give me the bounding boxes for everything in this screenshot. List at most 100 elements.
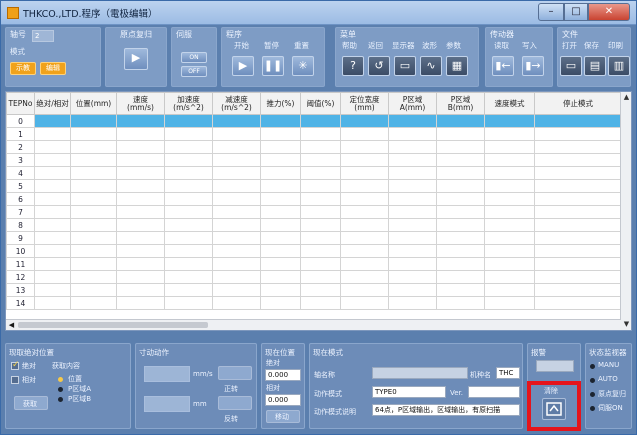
- table-cell[interactable]: [212, 244, 261, 258]
- table-cell[interactable]: [300, 166, 341, 180]
- table-cell[interactable]: [34, 244, 71, 258]
- table-row[interactable]: 14: [6, 296, 622, 310]
- acquire-button[interactable]: 获取: [14, 396, 48, 410]
- table-row[interactable]: 6: [6, 192, 622, 206]
- row-number-cell[interactable]: 13: [6, 283, 35, 297]
- absolute-checkbox[interactable]: [11, 360, 20, 370]
- table-cell[interactable]: [484, 270, 535, 284]
- relative-checkbox[interactable]: [11, 376, 19, 384]
- table-cell[interactable]: [70, 244, 117, 258]
- mode-edit-button[interactable]: 编辑: [40, 62, 66, 75]
- table-cell[interactable]: [300, 205, 341, 219]
- table-cell[interactable]: [388, 283, 437, 297]
- table-cell[interactable]: [164, 205, 213, 219]
- table-cell[interactable]: [436, 218, 485, 232]
- table-cell[interactable]: [534, 179, 622, 193]
- table-cell[interactable]: [534, 283, 622, 297]
- table-cell[interactable]: [212, 283, 261, 297]
- table-cell[interactable]: [34, 140, 71, 154]
- jog-forward-button[interactable]: [218, 366, 252, 380]
- table-cell[interactable]: [534, 192, 622, 206]
- table-cell[interactable]: [340, 244, 389, 258]
- table-cell[interactable]: [70, 179, 117, 193]
- table-cell[interactable]: [260, 127, 301, 141]
- table-row[interactable]: 5: [6, 179, 622, 193]
- table-cell[interactable]: [340, 283, 389, 297]
- table-cell[interactable]: [212, 231, 261, 245]
- table-cell[interactable]: [212, 205, 261, 219]
- program-pause-button[interactable]: ❚❚: [262, 56, 284, 76]
- table-cell[interactable]: [300, 283, 341, 297]
- table-cell[interactable]: [260, 244, 301, 258]
- table-cell[interactable]: [116, 166, 165, 180]
- waveform-icon[interactable]: ∿: [420, 56, 442, 76]
- table-cell[interactable]: [34, 153, 71, 167]
- table-cell[interactable]: [116, 205, 165, 219]
- program-reset-button[interactable]: ✳: [292, 56, 314, 76]
- table-cell[interactable]: [484, 231, 535, 245]
- table-row[interactable]: 12: [6, 270, 622, 284]
- table-cell[interactable]: [534, 205, 622, 219]
- row-number-cell[interactable]: 6: [6, 192, 35, 206]
- table-cell[interactable]: [484, 283, 535, 297]
- scroll-down-icon[interactable]: ▼: [621, 319, 631, 330]
- vertical-scrollbar[interactable]: ▲ ▼: [620, 92, 631, 330]
- table-cell[interactable]: [300, 140, 341, 154]
- table-cell[interactable]: [300, 270, 341, 284]
- table-cell[interactable]: [34, 231, 71, 245]
- table-cell[interactable]: [116, 218, 165, 232]
- table-cell[interactable]: [388, 192, 437, 206]
- table-cell[interactable]: [116, 296, 165, 310]
- table-cell[interactable]: [340, 179, 389, 193]
- save-icon[interactable]: ▤: [584, 56, 606, 76]
- row-number-cell[interactable]: 8: [6, 218, 35, 232]
- table-cell[interactable]: [164, 114, 213, 128]
- pzone-a-indicator[interactable]: [58, 387, 63, 392]
- table-row[interactable]: 11: [6, 257, 622, 271]
- table-row[interactable]: 10: [6, 244, 622, 258]
- table-cell[interactable]: [484, 114, 535, 128]
- table-cell[interactable]: [212, 296, 261, 310]
- table-cell[interactable]: [340, 192, 389, 206]
- table-cell[interactable]: [340, 296, 389, 310]
- table-cell[interactable]: [260, 231, 301, 245]
- table-cell[interactable]: [484, 192, 535, 206]
- axis-number[interactable]: 2: [32, 30, 54, 42]
- table-cell[interactable]: [388, 244, 437, 258]
- table-cell[interactable]: [212, 140, 261, 154]
- table-cell[interactable]: [484, 296, 535, 310]
- row-number-cell[interactable]: 14: [6, 296, 35, 310]
- table-cell[interactable]: [340, 127, 389, 141]
- table-cell[interactable]: [116, 257, 165, 271]
- table-cell[interactable]: [164, 270, 213, 284]
- table-cell[interactable]: [34, 127, 71, 141]
- table-cell[interactable]: [212, 114, 261, 128]
- table-cell[interactable]: [534, 257, 622, 271]
- table-cell[interactable]: [212, 257, 261, 271]
- table-cell[interactable]: [388, 166, 437, 180]
- row-number-cell[interactable]: 3: [6, 153, 35, 167]
- table-cell[interactable]: [534, 270, 622, 284]
- table-cell[interactable]: [340, 257, 389, 271]
- table-cell[interactable]: [388, 257, 437, 271]
- table-cell[interactable]: [436, 205, 485, 219]
- table-cell[interactable]: [340, 205, 389, 219]
- table-cell[interactable]: [436, 127, 485, 141]
- table-cell[interactable]: [34, 218, 71, 232]
- table-cell[interactable]: [70, 153, 117, 167]
- table-cell[interactable]: [116, 179, 165, 193]
- table-cell[interactable]: [116, 244, 165, 258]
- table-cell[interactable]: [340, 231, 389, 245]
- table-cell[interactable]: [340, 218, 389, 232]
- table-cell[interactable]: [300, 114, 341, 128]
- table-cell[interactable]: [260, 218, 301, 232]
- table-cell[interactable]: [70, 257, 117, 271]
- table-cell[interactable]: [388, 114, 437, 128]
- table-cell[interactable]: [34, 270, 71, 284]
- table-cell[interactable]: [34, 257, 71, 271]
- table-cell[interactable]: [164, 166, 213, 180]
- table-cell[interactable]: [300, 257, 341, 271]
- table-cell[interactable]: [212, 166, 261, 180]
- table-cell[interactable]: [260, 179, 301, 193]
- table-row[interactable]: 13: [6, 283, 622, 297]
